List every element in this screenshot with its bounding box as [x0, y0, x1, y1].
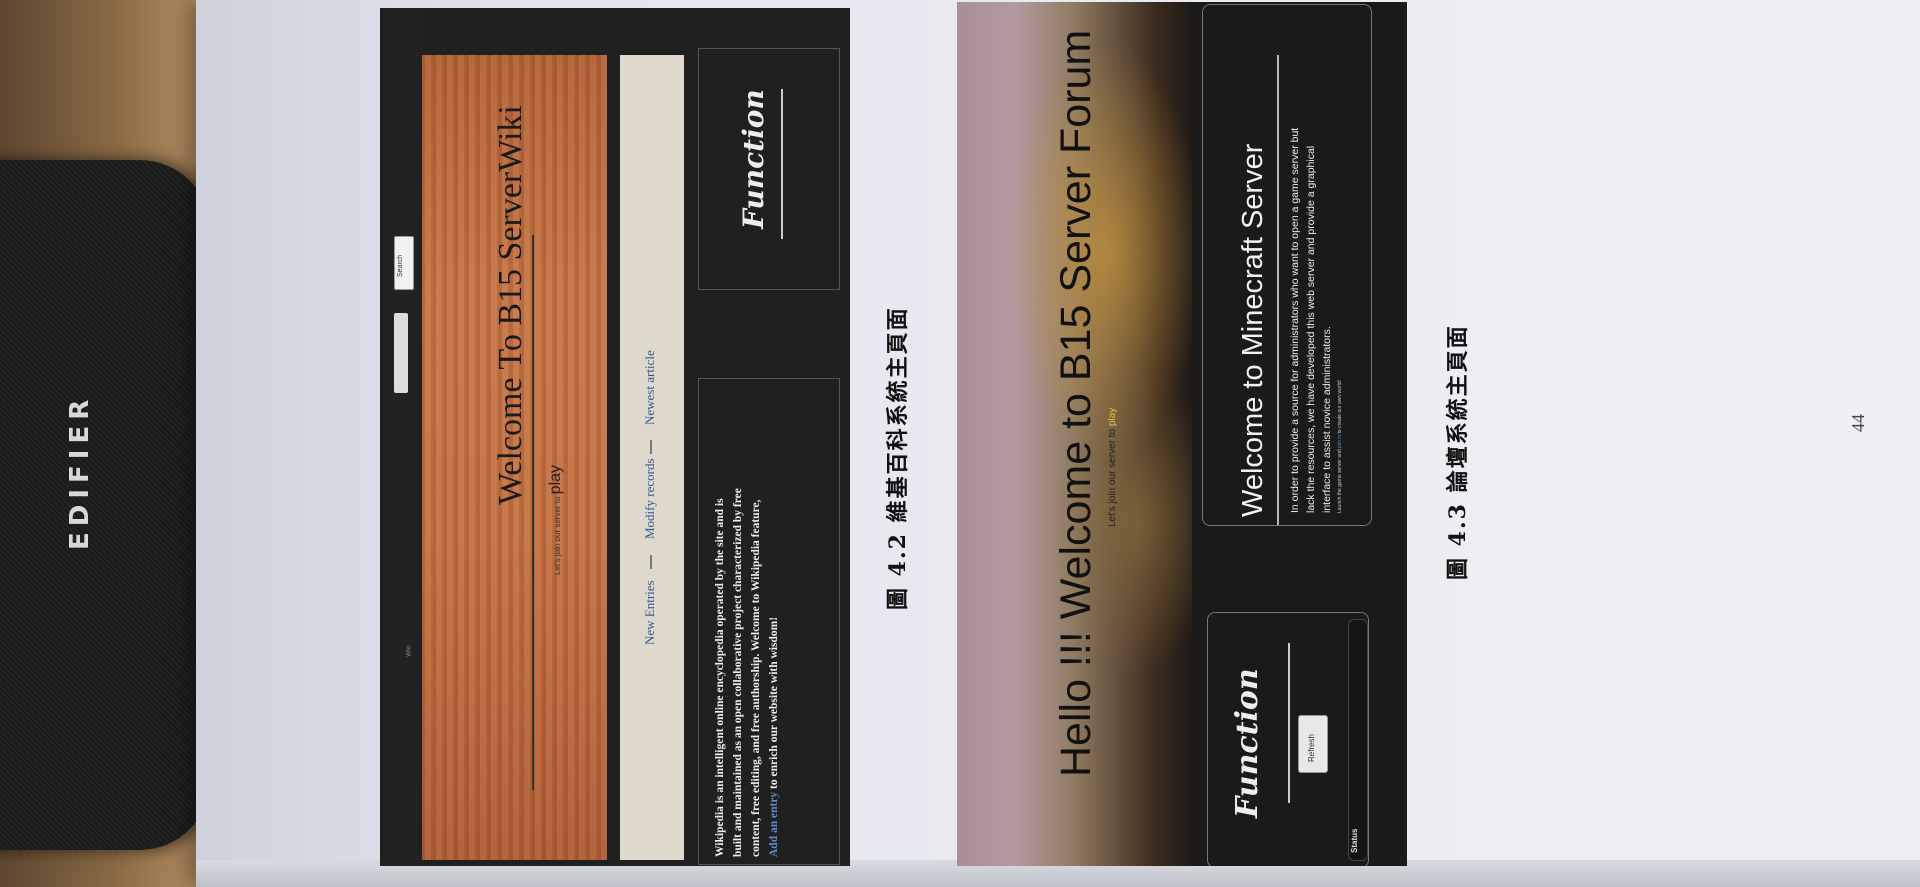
- wiki-play-link[interactable]: play: [547, 465, 564, 494]
- join-in-link[interactable]: join in: [1337, 435, 1343, 448]
- figure-forum-screenshot: Hello !!! Welcome to B15 Server Forum Le…: [957, 2, 1407, 866]
- tab-new-entries[interactable]: New Entries: [642, 580, 658, 645]
- wiki-search-input[interactable]: [394, 313, 408, 393]
- refresh-button[interactable]: Refresh: [1298, 715, 1328, 773]
- wiki-function-rule: [781, 89, 783, 239]
- forum-hero-image: Hello !!! Welcome to B15 Server Forum Le…: [957, 2, 1192, 866]
- wiki-title-rule: [532, 235, 534, 790]
- wiki-nav-text[interactable]: Wiki: [407, 645, 413, 656]
- forum-function-title: Function: [1230, 668, 1265, 818]
- tab-separator: [650, 555, 652, 569]
- page-number: 44: [1848, 414, 1868, 432]
- wiki-search-button-label: Search: [397, 254, 404, 277]
- tab-modify-records[interactable]: Modify records: [642, 458, 658, 539]
- add-entry-link[interactable]: Add an entry: [768, 792, 780, 857]
- forum-hello-title: Hello !!! Welcome to B15 Server Forum: [1052, 29, 1100, 777]
- wiki-title: Welcome To B15 ServerWiki: [492, 105, 529, 505]
- forum-play-link[interactable]: play: [1107, 408, 1118, 426]
- server-title: Welcome to Minecraft Server: [1237, 143, 1269, 517]
- wiki-top-bar: Wiki: [390, 8, 418, 866]
- server-title-rule: [1277, 55, 1279, 525]
- speaker: EDIFIER: [0, 160, 210, 850]
- wiki-subtitle: Let's join our server to play: [547, 464, 564, 575]
- figure-4-2-caption: 圖 4.2 維基百科系統主頁面: [885, 306, 911, 610]
- wiki-banner: Welcome To B15 ServerWiki Let's join our…: [422, 55, 607, 860]
- speaker-logo: EDIFIER: [65, 393, 95, 550]
- minecraft-server-panel: Welcome to Minecraft Server In order to …: [1202, 4, 1372, 526]
- wiki-search-button[interactable]: Search: [394, 236, 414, 290]
- figure-wiki-screenshot: Wiki Search Welcome To B15 ServerWiki Le…: [380, 8, 850, 866]
- forum-function-rule: [1288, 643, 1290, 803]
- status-bar: [1348, 619, 1368, 861]
- wiki-tab-bar: New Entries Modify records Newest articl…: [620, 55, 684, 860]
- wiki-description-panel: Wikipedia is an intelligent online encyc…: [698, 378, 840, 865]
- forum-function-panel: Function Refresh Status: [1207, 612, 1369, 866]
- refresh-button-label: Refresh: [1307, 733, 1316, 762]
- tab-newest-article[interactable]: Newest article: [642, 350, 658, 425]
- tab-separator: [650, 440, 652, 454]
- wiki-function-title: Function: [737, 89, 770, 229]
- server-description: In order to provide a source for adminis…: [1289, 127, 1333, 513]
- forum-hello-subtitle: Let's join our server to play: [1107, 407, 1118, 527]
- figure-4-3-caption: 圖 4.3 論壇系統主頁面: [1445, 324, 1471, 580]
- wiki-function-panel: Function: [698, 48, 840, 290]
- status-label: Status: [1350, 828, 1359, 853]
- server-launch-text: Launch the game server and join in to cr…: [1337, 380, 1343, 513]
- wiki-description: Wikipedia is an intelligent online encyc…: [714, 488, 780, 857]
